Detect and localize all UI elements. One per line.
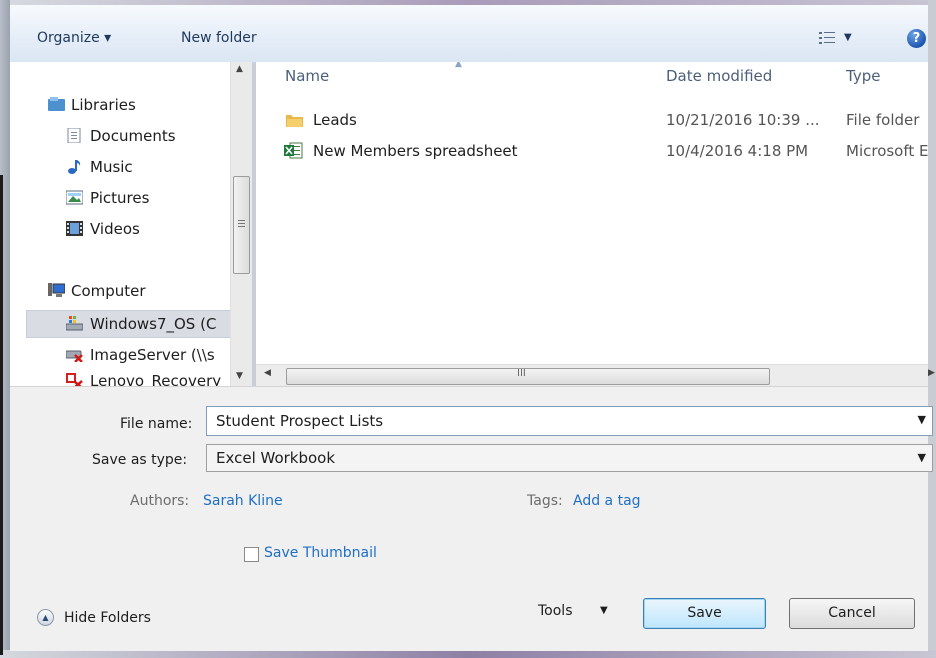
chevron-down-icon: ▼ — [600, 605, 608, 616]
tools-label: Tools — [538, 603, 573, 619]
save-as-type-select[interactable]: Excel Workbook ▼ — [206, 444, 933, 472]
chevron-down-icon[interactable]: ▼ — [918, 413, 926, 426]
chevron-down-icon[interactable]: ▼ — [918, 451, 926, 464]
save-thumbnail-checkbox[interactable] — [244, 547, 259, 562]
file-list-hscrollbar[interactable]: ◀ III ▶ — [256, 364, 935, 387]
tags-label: Tags: — [527, 493, 563, 509]
nav-item-libraries[interactable]: Libraries — [10, 92, 236, 118]
file-row-leads[interactable]: Leads 10/21/2016 10:39 ... File folder — [256, 105, 928, 135]
nav-item-documents[interactable]: Documents — [10, 123, 236, 149]
scroll-left-arrow-icon[interactable]: ◀ — [264, 368, 271, 378]
grip-icon — [238, 220, 245, 227]
column-header-name[interactable]: Name — [285, 67, 329, 85]
navigation-pane: Libraries Documents Music Pictures Video… — [10, 62, 251, 386]
drive-icon — [66, 316, 83, 331]
file-name-input[interactable]: Student Prospect Lists ▼ — [206, 406, 933, 436]
nav-item-windows7-os[interactable]: Windows7_OS (C — [10, 311, 236, 337]
nav-item-pictures[interactable]: Pictures — [10, 185, 236, 211]
save-thumbnail-label[interactable]: Save Thumbnail — [264, 545, 377, 561]
chevron-up-icon: ▲ — [37, 609, 54, 626]
organize-button[interactable]: Organize ▾ — [37, 30, 111, 46]
window-frame-right — [928, 0, 936, 658]
file-date: 10/4/2016 4:18 PM — [666, 142, 809, 160]
sort-ascending-icon: ▲ — [455, 62, 462, 69]
nav-scrollbar[interactable]: ▲ ▼ — [230, 62, 252, 386]
nav-scrollbar-thumb[interactable] — [233, 176, 250, 274]
file-row-new-members-spreadsheet[interactable]: New Members spreadsheet 10/4/2016 4:18 P… — [256, 136, 928, 166]
nav-item-label: Libraries — [71, 96, 136, 114]
hscrollbar-thumb[interactable]: III — [286, 368, 770, 385]
videos-icon — [66, 221, 83, 236]
file-name-value: Student Prospect Lists — [216, 412, 384, 430]
file-date: 10/21/2016 10:39 ... — [666, 111, 820, 129]
nav-item-lenovo-recovery[interactable]: Lenovo_Recovery — [10, 368, 236, 386]
recovery-drive-icon — [66, 373, 83, 386]
nav-item-label: Pictures — [90, 189, 150, 207]
file-type: Microsoft Ex — [846, 142, 928, 160]
command-bar: Organize ▾ New folder ▼ ? — [10, 5, 928, 63]
excel-file-icon — [284, 142, 303, 159]
save-as-type-label: Save as type: — [92, 452, 188, 468]
nav-item-label: Windows7_OS (C — [90, 315, 217, 333]
save-options-panel: File name: Student Prospect Lists ▼ Save… — [10, 386, 933, 651]
help-icon[interactable]: ? — [907, 29, 926, 48]
nav-item-label: ImageServer (\\s — [90, 346, 215, 364]
hide-folders-button[interactable]: ▲ Hide Folders — [37, 605, 227, 633]
background-window-edge — [0, 175, 3, 655]
file-name: Leads — [313, 111, 357, 129]
nav-item-imageserver[interactable]: ImageServer (\\s — [10, 342, 236, 368]
nav-item-label: Documents — [90, 127, 176, 145]
authors-label: Authors: — [130, 493, 190, 509]
file-name: New Members spreadsheet — [313, 142, 518, 160]
file-list: ▲ Name Date modified Type Leads 10/21/20… — [256, 62, 928, 386]
scroll-right-arrow-icon[interactable]: ▶ — [928, 368, 935, 378]
music-icon — [68, 160, 81, 174]
grip-icon: III — [517, 368, 526, 379]
nav-item-music[interactable]: Music — [10, 154, 236, 180]
network-drive-icon — [66, 350, 83, 362]
documents-icon — [67, 128, 81, 143]
authors-value[interactable]: Sarah Kline — [203, 493, 283, 509]
save-button[interactable]: Save — [643, 598, 766, 629]
nav-item-label: Computer — [71, 282, 146, 300]
column-header-date-modified[interactable]: Date modified — [666, 67, 772, 85]
nav-item-label: Lenovo_Recovery — [90, 372, 222, 386]
window-frame-bottom — [0, 650, 936, 658]
libraries-icon — [48, 97, 65, 111]
save-as-type-value: Excel Workbook — [216, 449, 336, 467]
view-dropdown-arrow-icon[interactable]: ▼ — [844, 32, 852, 43]
nav-item-computer[interactable]: Computer — [10, 278, 236, 304]
nav-item-label: Music — [90, 158, 133, 176]
nav-item-videos[interactable]: Videos — [10, 216, 236, 242]
view-options-icon[interactable] — [819, 31, 835, 45]
column-header-type[interactable]: Type — [846, 67, 880, 85]
add-tag-link[interactable]: Add a tag — [573, 493, 641, 509]
scroll-down-arrow-icon[interactable]: ▼ — [236, 371, 243, 381]
pictures-icon — [66, 190, 83, 205]
computer-icon — [48, 283, 65, 297]
folder-icon — [286, 115, 303, 127]
cancel-button[interactable]: Cancel — [789, 598, 915, 629]
scroll-up-arrow-icon[interactable]: ▲ — [236, 64, 243, 74]
nav-item-label: Videos — [90, 220, 140, 238]
file-type: File folder — [846, 111, 920, 129]
hide-folders-label: Hide Folders — [64, 610, 151, 626]
tools-dropdown[interactable]: Tools ▼ — [534, 597, 624, 627]
file-name-label: File name: — [120, 416, 193, 432]
new-folder-button[interactable]: New folder — [181, 30, 257, 46]
